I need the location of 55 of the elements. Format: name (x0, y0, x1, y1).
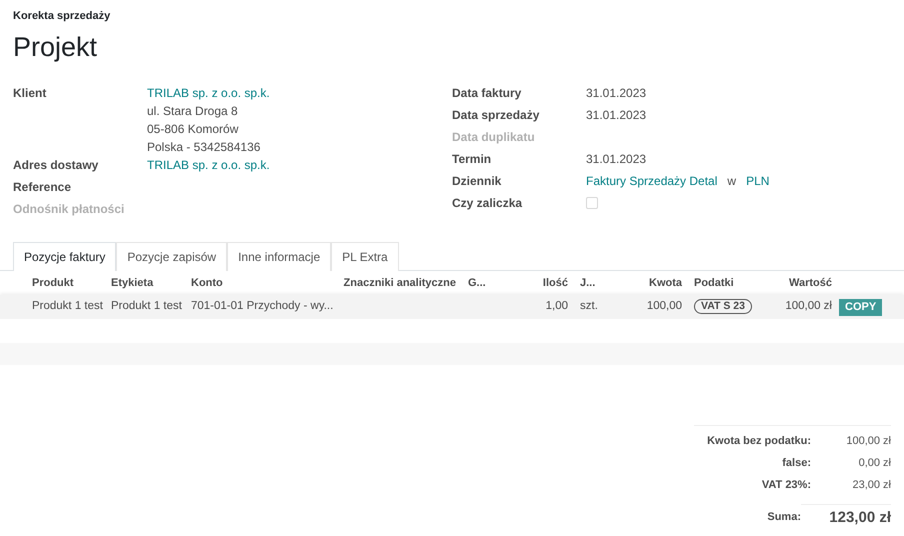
total-label: Kwota bez podatku: (707, 434, 811, 449)
field-label: Czy zaliczka (452, 195, 524, 212)
column-header[interactable]: Konto (191, 274, 342, 292)
field-link[interactable]: TRILAB sp. z o.o. sp.k. (147, 156, 270, 174)
column-header[interactable]: Znaczniki analityczne (342, 274, 462, 292)
total-value: 23,00 zł (851, 478, 891, 493)
field-label: Klient (13, 85, 48, 102)
table-cell: 701-01-01 Przychody - wy... (191, 300, 334, 312)
field-label: Data sprzedaży (452, 107, 540, 124)
field-label: Adres dostawy (13, 157, 100, 174)
field-label: Odnośnik płatności (13, 201, 126, 218)
tab[interactable]: PL Extra (331, 242, 399, 271)
column-header[interactable]: Wartość (768, 274, 838, 292)
table-cell: szt. (580, 300, 598, 312)
tab[interactable]: Pozycje faktury (13, 242, 116, 271)
field-label: Reference (13, 179, 72, 196)
breadcrumb: Korekta sprzedaży (13, 9, 112, 23)
column-header[interactable]: Ilość (522, 274, 574, 292)
grand-total: 123,00 zł (801, 504, 891, 530)
field-label: Data faktury (452, 85, 522, 102)
field-link[interactable]: Faktury Sprzedaży Detal (586, 172, 718, 190)
field-label: Termin (452, 151, 492, 168)
total-label: Suma: (767, 510, 801, 525)
field-label: Data duplikatu (452, 129, 536, 146)
field-link[interactable]: TRILAB sp. z o.o. sp.k. (147, 84, 270, 102)
field-value: 31.01.2023 (586, 85, 646, 102)
total-value: 100,00 zł (845, 434, 891, 449)
column-header[interactable]: Produkt (32, 274, 111, 292)
table-cell: Produkt 1 test (111, 300, 182, 312)
field-value: ul. Stara Droga 8 (147, 103, 239, 120)
total-label: false: (782, 456, 811, 471)
tax-tag: VAT S 23 (694, 299, 752, 314)
field-value: 31.01.2023 (586, 151, 646, 168)
column-header[interactable]: J... (574, 274, 626, 292)
table-cell: 1,00 (546, 300, 568, 312)
column-header[interactable]: Kwota (626, 274, 688, 292)
column-header[interactable]: Podatki (688, 274, 768, 292)
field-value: 05-806 Komorów (147, 121, 240, 138)
tab[interactable]: Inne informacje (227, 242, 332, 271)
total-label: VAT 23%: (762, 478, 811, 493)
total-value: 0,00 zł (858, 456, 891, 471)
column-header[interactable]: Etykieta (111, 274, 191, 292)
table-cell: 100,00 zł (785, 300, 832, 312)
field-value: w (727, 173, 736, 190)
column-header[interactable]: G... (462, 274, 522, 292)
field-value: Polska - 5342584136 (147, 139, 262, 156)
table-cell: 100,00 (646, 300, 682, 312)
table-cell: Produkt 1 test (32, 300, 103, 312)
field-link[interactable]: PLN (746, 172, 770, 190)
record-title: Projekt (13, 31, 98, 64)
table-row[interactable]: Produkt 1 test Produkt 1 test 701-01-01 Przychody - wy... 1,00 szt. 100,00 VAT S 23 100,00 zł COPY (0, 295, 904, 319)
tab[interactable]: Pozycje zapisów (116, 242, 228, 271)
checkbox[interactable] (586, 197, 598, 209)
field-label: Dziennik (452, 173, 502, 190)
field-value: 31.01.2023 (586, 107, 646, 124)
